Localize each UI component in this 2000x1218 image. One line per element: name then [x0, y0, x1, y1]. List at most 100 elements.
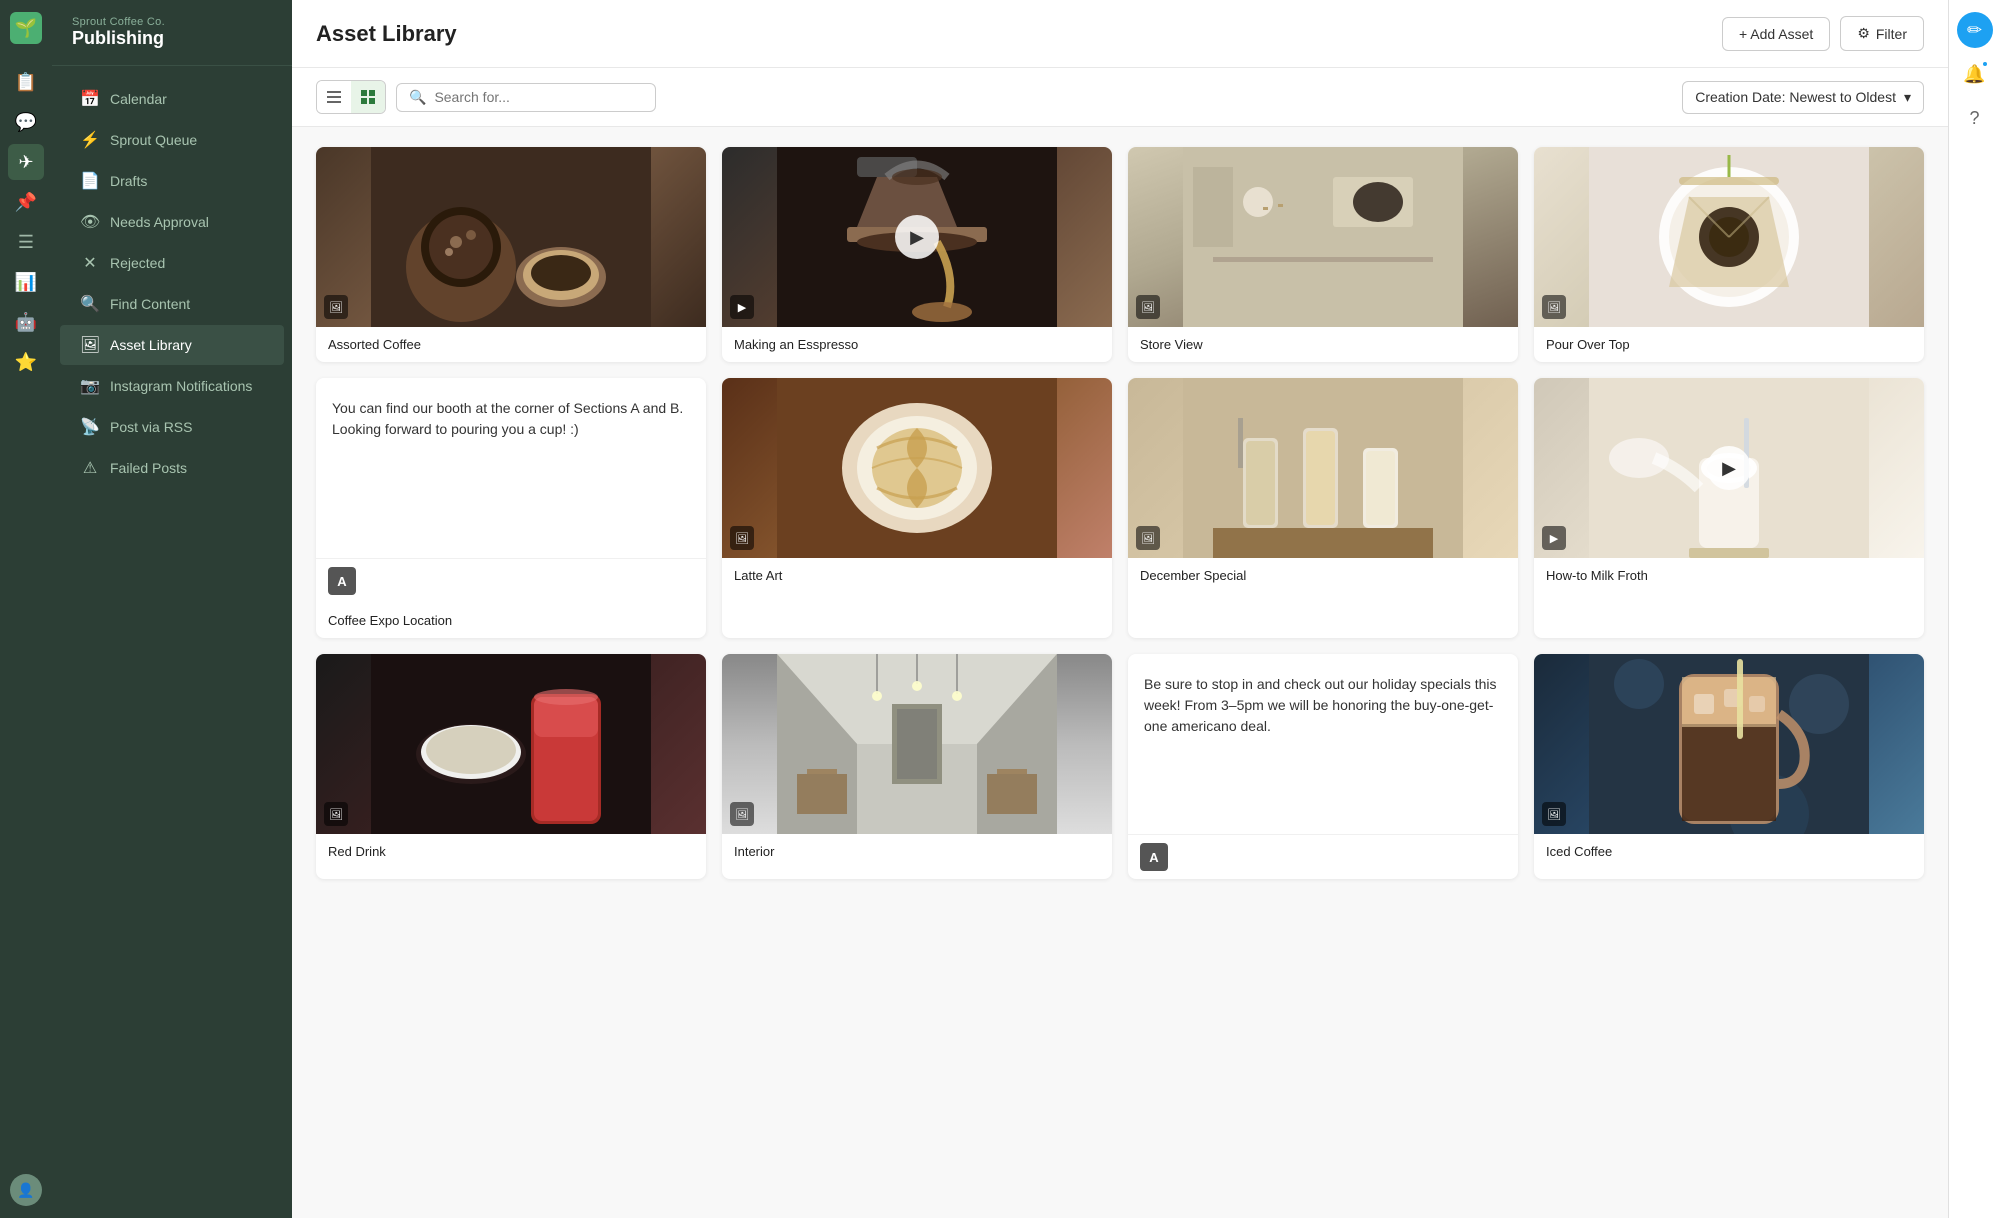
sidebar-nav: 📅 Calendar ⚡ Sprout Queue 📄 Drafts 👁 Nee… [52, 66, 292, 1218]
search-input[interactable] [434, 89, 643, 105]
sidebar-item-post-via-rss[interactable]: 📡 Post via RSS [60, 407, 284, 447]
asset-card[interactable]: 🖼 Assorted Coffee [316, 147, 706, 362]
asset-card[interactable]: 🖼 Pour Over Top [1534, 147, 1924, 362]
drafts-icon: 📄 [80, 171, 100, 191]
sidebar-item-sprout-queue[interactable]: ⚡ Sprout Queue [60, 120, 284, 160]
brand-logo[interactable]: 🌱 [10, 12, 42, 44]
sidebar-brand: Sprout Coffee Co. Publishing [52, 0, 292, 66]
grid-view-button[interactable] [351, 81, 385, 113]
sidebar-item-label-rss: Post via RSS [110, 419, 192, 435]
text-asset-card[interactable]: You can find our booth at the corner of … [316, 378, 706, 638]
asset-title: Interior [722, 834, 1112, 869]
add-asset-button[interactable]: + Add Asset [1722, 17, 1830, 51]
icon-rail: 🌱 📋 💬 ✈ 📌 ☰ 📊 🤖 ⭐ 👤 [0, 0, 52, 1218]
notification-bell-button[interactable]: 🔔 [1957, 56, 1993, 92]
asset-card[interactable]: ▶ ▶ How-to Milk Froth [1534, 378, 1924, 638]
asset-card[interactable]: 🖼 Store View [1128, 147, 1518, 362]
asset-card[interactable]: 🖼 Red Drink [316, 654, 706, 879]
sidebar-item-label-calendar: Calendar [110, 91, 167, 107]
image-type-icon: 🖼 [324, 802, 348, 826]
toolbar: 🔍 Creation Date: Newest to Oldest ▾ [292, 68, 1948, 127]
rail-icon-publish[interactable]: ✈ [8, 144, 44, 180]
asset-title: Iced Coffee [1534, 834, 1924, 869]
image-type-icon: 🖼 [1542, 802, 1566, 826]
app-name: Publishing [72, 28, 272, 49]
play-button[interactable]: ▶ [895, 215, 939, 259]
asset-thumbnail: ▶ ▶ [722, 147, 1112, 327]
sidebar-item-failed-posts[interactable]: ⚠ Failed Posts [60, 448, 284, 488]
sidebar-item-instagram-notifications[interactable]: 📷 Instagram Notifications [60, 366, 284, 406]
calendar-icon: 📅 [80, 89, 100, 109]
sidebar-item-label-needs-approval: Needs Approval [110, 214, 209, 230]
asset-card[interactable]: 🖼 Interior [722, 654, 1112, 879]
asset-title: December Special [1128, 558, 1518, 593]
text-type-icon: A [1140, 843, 1168, 871]
image-type-icon: 🖼 [1136, 526, 1160, 550]
help-button[interactable]: ? [1957, 100, 1993, 136]
asset-library-icon: 🖼 [80, 335, 100, 355]
rail-icon-list[interactable]: ☰ [8, 224, 44, 260]
rail-icon-tasks[interactable]: 🤖 [8, 304, 44, 340]
rail-icon-inbox[interactable]: 💬 [8, 104, 44, 140]
asset-thumbnail: ▶ ▶ [1534, 378, 1924, 558]
asset-card[interactable]: ▶ ▶ Making an Esspresso [722, 147, 1112, 362]
needs-approval-icon: 👁 [80, 212, 100, 232]
text-asset-content: Be sure to stop in and check out our hol… [1144, 676, 1497, 734]
sidebar-item-label-instagram: Instagram Notifications [110, 378, 252, 394]
main-content: Asset Library + Add Asset ⚙ Filter � [292, 0, 1948, 1218]
asset-title: Making an Esspresso [722, 327, 1112, 362]
user-avatar[interactable]: 👤 [10, 1174, 42, 1206]
sidebar-item-find-content[interactable]: 🔍 Find Content [60, 284, 284, 324]
video-type-icon: ▶ [1542, 526, 1566, 550]
sidebar-item-drafts[interactable]: 📄 Drafts [60, 161, 284, 201]
image-type-icon: 🖼 [324, 295, 348, 319]
sort-dropdown[interactable]: Creation Date: Newest to Oldest ▾ [1682, 81, 1924, 114]
asset-title: Store View [1128, 327, 1518, 362]
sidebar-item-asset-library[interactable]: 🖼 Asset Library [60, 325, 284, 365]
sidebar-item-label-asset-library: Asset Library [110, 337, 192, 353]
header-actions: + Add Asset ⚙ Filter [1722, 16, 1924, 51]
sidebar-item-calendar[interactable]: 📅 Calendar [60, 79, 284, 119]
page-title: Asset Library [316, 21, 457, 47]
sidebar-item-needs-approval[interactable]: 👁 Needs Approval [60, 202, 284, 242]
text-asset-body: Be sure to stop in and check out our hol… [1128, 654, 1518, 834]
compose-button[interactable]: ✏ [1957, 12, 1993, 48]
rss-icon: 📡 [80, 417, 100, 437]
search-box[interactable]: 🔍 [396, 83, 656, 112]
rail-icon-notifications[interactable]: 📋 [8, 64, 44, 100]
rail-icon-star[interactable]: ⭐ [8, 344, 44, 380]
asset-title: Pour Over Top [1534, 327, 1924, 362]
asset-thumbnail: 🖼 [722, 378, 1112, 558]
main-header: Asset Library + Add Asset ⚙ Filter [292, 0, 1948, 68]
sidebar: Sprout Coffee Co. Publishing 📅 Calendar … [52, 0, 292, 1218]
text-asset-content: You can find our booth at the corner of … [332, 400, 683, 437]
text-asset-card[interactable]: Be sure to stop in and check out our hol… [1128, 654, 1518, 879]
asset-thumbnail: 🖼 [1534, 147, 1924, 327]
asset-card[interactable]: 🖼 Iced Coffee [1534, 654, 1924, 879]
asset-card[interactable]: 🖼 December Special [1128, 378, 1518, 638]
asset-card[interactable]: 🖼 Latte Art [722, 378, 1112, 638]
rail-icon-pin[interactable]: 📌 [8, 184, 44, 220]
right-panel: ✏ 🔔 ? [1948, 0, 2000, 1218]
text-card-footer: A [316, 558, 706, 603]
asset-thumbnail: 🖼 [1534, 654, 1924, 834]
video-type-icon: ▶ [730, 295, 754, 319]
filter-button[interactable]: ⚙ Filter [1840, 16, 1924, 51]
rail-icon-analytics[interactable]: 📊 [8, 264, 44, 300]
asset-thumbnail: 🖼 [1128, 378, 1518, 558]
play-button[interactable]: ▶ [1707, 446, 1751, 490]
sidebar-item-label-sprout-queue: Sprout Queue [110, 132, 197, 148]
sidebar-item-label-drafts: Drafts [110, 173, 147, 189]
asset-title: How-to Milk Froth [1534, 558, 1924, 593]
failed-posts-icon: ⚠ [80, 458, 100, 478]
asset-grid: 🖼 Assorted Coffee [292, 127, 1948, 1218]
asset-title: Assorted Coffee [316, 327, 706, 362]
sidebar-item-label-failed-posts: Failed Posts [110, 460, 187, 476]
rejected-icon: ✕ [80, 253, 100, 273]
sidebar-item-rejected[interactable]: ✕ Rejected [60, 243, 284, 283]
list-view-button[interactable] [317, 81, 351, 113]
sort-label: Creation Date: Newest to Oldest [1695, 89, 1896, 105]
asset-title: Latte Art [722, 558, 1112, 593]
notification-dot [1981, 60, 1989, 68]
chevron-down-icon: ▾ [1904, 89, 1911, 106]
